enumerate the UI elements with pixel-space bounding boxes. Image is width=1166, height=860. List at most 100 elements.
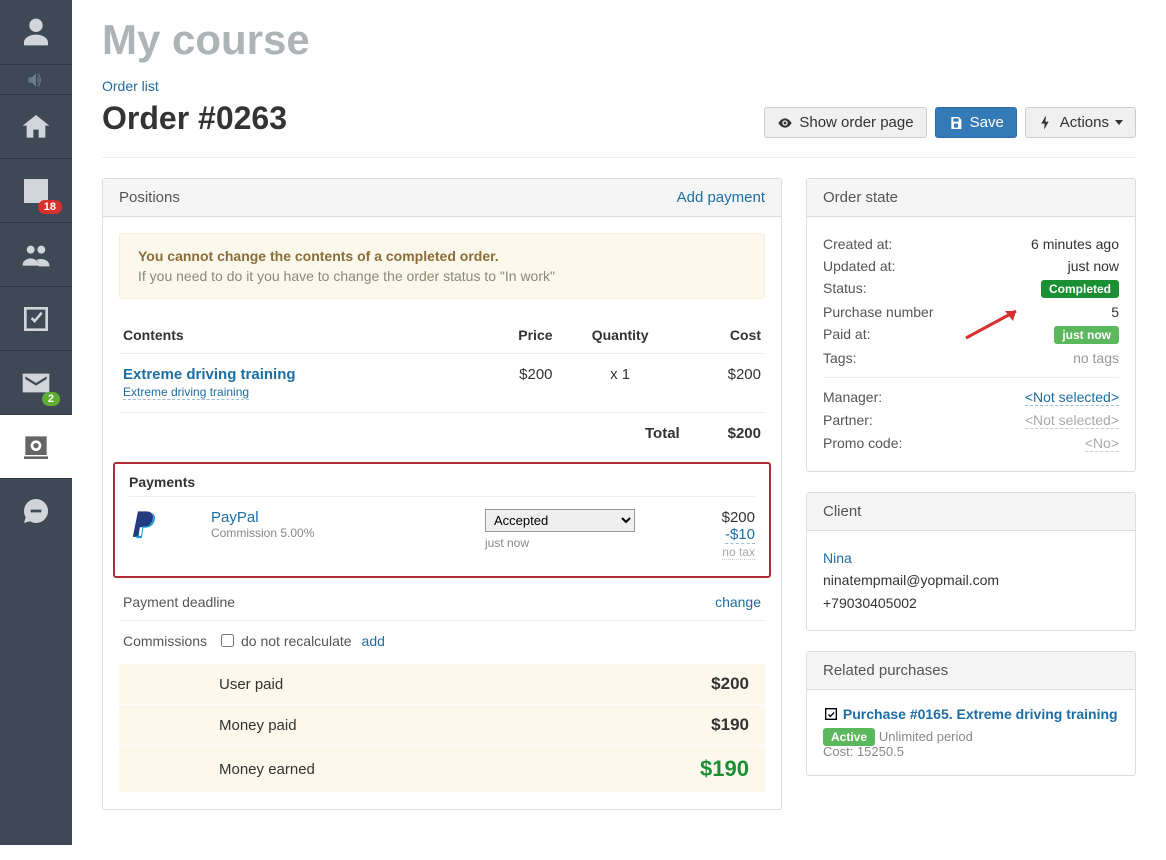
- do-not-recalc-checkbox[interactable]: [221, 634, 234, 647]
- tags-value: no tags: [1073, 350, 1119, 366]
- payment-status-select[interactable]: Accepted: [485, 509, 635, 532]
- payment-deadline-row: Payment deadline change: [119, 584, 765, 621]
- save-button[interactable]: Save: [935, 107, 1017, 138]
- partner-label: Partner:: [823, 412, 873, 429]
- pnum-value: 5: [1111, 304, 1119, 320]
- promo-value[interactable]: <No>: [1085, 435, 1119, 452]
- breadcrumb: Order list: [102, 78, 1136, 94]
- updated-label: Updated at:: [823, 258, 895, 274]
- client-phone: +79030405002: [823, 595, 917, 611]
- related-cost: Cost: 15250.5: [823, 744, 1119, 759]
- do-not-recalc-label[interactable]: do not recalculate: [217, 631, 352, 650]
- breadcrumb-link[interactable]: Order list: [102, 78, 159, 94]
- payment-time: just now: [485, 536, 665, 550]
- payment-method[interactable]: PayPal: [211, 509, 485, 526]
- stats-badge: 18: [38, 200, 62, 214]
- payment-row: PayPal Commission 5.00% Accepted just no…: [129, 496, 755, 560]
- sidebar-item-mail[interactable]: 2: [0, 350, 72, 414]
- actions-dropdown-button[interactable]: Actions: [1025, 107, 1136, 138]
- status-label: Status:: [823, 280, 867, 298]
- payment-no-tax: no tax: [722, 545, 755, 560]
- updated-value: just now: [1068, 258, 1119, 274]
- payments-title: Payments: [129, 474, 755, 490]
- home-icon: [20, 111, 52, 143]
- related-period: Unlimited period: [879, 729, 973, 744]
- show-order-label: Show order page: [799, 114, 913, 131]
- commissions-row: Commissions do not recalculate add: [119, 621, 765, 660]
- partner-value[interactable]: <Not selected>: [1025, 412, 1119, 429]
- money-paid-label: Money paid: [119, 705, 482, 746]
- sidebar-item-chat[interactable]: [0, 478, 72, 542]
- commissions-add-link[interactable]: add: [362, 633, 385, 649]
- paid-label: Paid at:: [823, 326, 870, 344]
- sidebar: 18 2: [0, 0, 72, 845]
- money-paid-value: $190: [482, 705, 765, 746]
- eye-icon: [777, 115, 793, 131]
- summary-table: User paid $200 Money paid $190 Money ear…: [119, 664, 765, 793]
- payment-commission-amount[interactable]: -$10: [725, 526, 755, 544]
- item-qty: x 1: [557, 354, 684, 413]
- sidebar-item-users[interactable]: [0, 222, 72, 286]
- top-actions: Show order page Save Actions: [764, 107, 1136, 138]
- tags-label: Tags:: [823, 350, 856, 366]
- payment-amount: $200: [665, 509, 755, 526]
- save-icon: [948, 115, 964, 131]
- users-icon: [20, 239, 52, 271]
- sidebar-item-orders[interactable]: [0, 414, 72, 478]
- order-state-head: Order state: [807, 179, 1135, 217]
- positions-table: Contents Price Quantity Cost Extreme dri…: [119, 317, 765, 454]
- commissions-label: Commissions: [123, 633, 207, 649]
- item-subtitle[interactable]: Extreme driving training: [123, 385, 249, 400]
- caret-down-icon: [1115, 120, 1123, 125]
- created-value: 6 minutes ago: [1031, 236, 1119, 252]
- created-label: Created at:: [823, 236, 892, 252]
- client-name[interactable]: Nina: [823, 550, 852, 566]
- summary-row-user-paid: User paid $200: [119, 664, 765, 705]
- paypal-icon: [129, 509, 159, 543]
- pnum-label: Purchase number: [823, 304, 934, 320]
- manager-value[interactable]: <Not selected>: [1025, 389, 1119, 406]
- alert-subtitle: If you need to do it you have to change …: [138, 268, 746, 284]
- table-row: Extreme driving training Extreme driving…: [119, 354, 765, 413]
- actions-label: Actions: [1060, 114, 1109, 131]
- payments-highlight-box: Payments PayPal Commission 5.00%: [113, 462, 771, 578]
- positions-head: Positions Add payment: [103, 179, 781, 217]
- user-icon: [20, 16, 52, 48]
- deadline-change-link[interactable]: change: [715, 594, 761, 610]
- total-label: Total: [557, 413, 684, 455]
- col-price: Price: [474, 317, 557, 354]
- speaker-icon: [26, 70, 46, 90]
- col-contents: Contents: [119, 317, 474, 354]
- item-name[interactable]: Extreme driving training: [123, 366, 296, 383]
- related-purchases-panel: Related purchases Purchase #0165. Extrem…: [806, 651, 1136, 776]
- page-title: My course: [102, 16, 1136, 64]
- sidebar-item-home[interactable]: [0, 94, 72, 158]
- related-purchase-link[interactable]: Purchase #0165. Extreme driving training: [843, 706, 1118, 722]
- safe-icon: [20, 431, 52, 463]
- do-not-recalc-text: do not recalculate: [241, 633, 352, 649]
- order-state-panel: Order state Created at: 6 minutes ago Upd…: [806, 178, 1136, 472]
- positions-panel: Positions Add payment You cannot change …: [102, 178, 782, 810]
- col-cost: Cost: [684, 317, 765, 354]
- paypal-logo: [129, 509, 173, 546]
- status-badge: Completed: [1041, 280, 1119, 298]
- sidebar-item-stats[interactable]: 18: [0, 158, 72, 222]
- client-email: ninatempmail@yopmail.com: [823, 572, 999, 588]
- sidebar-item-tasks[interactable]: [0, 286, 72, 350]
- client-panel: Client Nina ninatempmail@yopmail.com +79…: [806, 492, 1136, 631]
- item-cost: $200: [684, 354, 765, 413]
- item-price: $200: [474, 354, 557, 413]
- col-quantity: Quantity: [557, 317, 684, 354]
- user-paid-value: $200: [482, 664, 765, 705]
- sidebar-item-profile[interactable]: [0, 0, 72, 64]
- check-square-icon: [823, 706, 839, 722]
- show-order-page-button[interactable]: Show order page: [764, 107, 926, 138]
- deadline-label: Payment deadline: [123, 594, 235, 610]
- payment-commission-label: Commission 5.00%: [211, 526, 485, 540]
- page-content: My course Order list Order #0263 Show or…: [72, 0, 1166, 860]
- add-payment-link[interactable]: Add payment: [677, 189, 765, 206]
- promo-label: Promo code:: [823, 435, 902, 452]
- summary-row-money-earned: Money earned $190: [119, 746, 765, 793]
- summary-row-money-paid: Money paid $190: [119, 705, 765, 746]
- sidebar-item-sound[interactable]: [0, 64, 72, 94]
